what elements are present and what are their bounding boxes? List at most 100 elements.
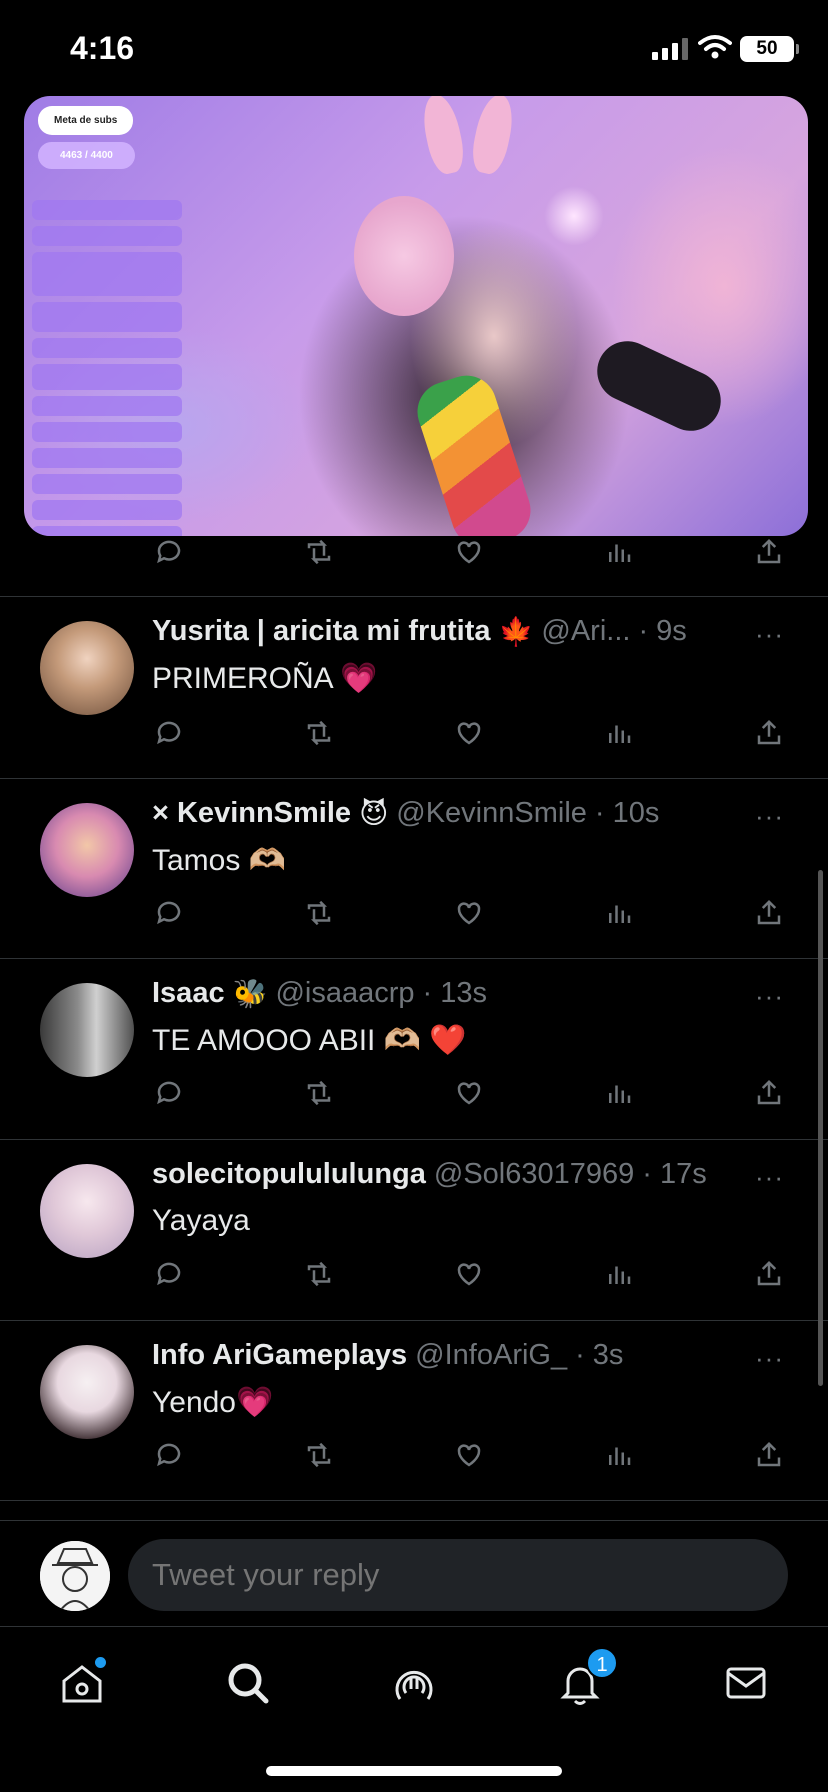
status-time: 4:16 — [70, 30, 135, 66]
spaces-icon[interactable] — [384, 1653, 444, 1713]
tweet-time: 9s — [656, 615, 687, 647]
tweet-text: TE AMOOO ABII 🫶🏼 ❤️ — [152, 1024, 467, 1057]
tweet-header: solecitopulululunga @Sol63017969 · 17s — [152, 1158, 707, 1191]
tweet-author-name[interactable]: Info AriGameplays — [152, 1339, 407, 1372]
messages-icon[interactable] — [716, 1653, 776, 1713]
tweet-author-handle[interactable]: @Ari... — [541, 615, 630, 648]
avatar[interactable] — [40, 803, 134, 897]
reply-icon[interactable] — [152, 1257, 186, 1291]
retweet-icon[interactable] — [302, 1076, 336, 1110]
reply-icon[interactable] — [152, 1076, 186, 1110]
separator-dot: · — [638, 615, 649, 647]
light-glow — [544, 186, 604, 246]
reply-input[interactable] — [128, 1539, 788, 1611]
views-icon[interactable] — [602, 1257, 636, 1291]
retweet-icon[interactable] — [302, 1438, 336, 1472]
tweet-header: × KevinnSmile 😈 @KevinnSmile · 10s — [152, 797, 659, 830]
share-icon[interactable] — [752, 1438, 786, 1472]
retweet-icon[interactable] — [302, 535, 336, 569]
bunny-ear-left — [418, 96, 468, 177]
views-icon[interactable] — [602, 716, 636, 750]
headset — [354, 196, 454, 316]
tweet-author-name[interactable]: Isaac — [152, 977, 225, 1010]
like-icon[interactable] — [452, 1257, 486, 1291]
tweet[interactable]: × KevinnSmile 😈 @KevinnSmile · 10s ··· T… — [0, 779, 828, 959]
more-options-icon[interactable]: ··· — [755, 619, 784, 650]
avatar[interactable] — [40, 1164, 134, 1258]
retweet-icon[interactable] — [302, 1257, 336, 1291]
separator-dot: · — [594, 797, 605, 829]
share-icon[interactable] — [752, 1257, 786, 1291]
avatar[interactable] — [40, 1345, 134, 1439]
more-options-icon[interactable]: ··· — [755, 981, 784, 1012]
tweet-text: PRIMEROÑA 💗 — [152, 662, 378, 695]
new-content-dot — [95, 1657, 106, 1668]
tweet-time: 10s — [612, 797, 660, 829]
retweet-icon[interactable] — [302, 716, 336, 750]
sub-goal-count: 4463 / 4400 — [38, 142, 135, 169]
share-icon[interactable] — [752, 535, 786, 569]
like-icon[interactable] — [452, 1076, 486, 1110]
like-icon[interactable] — [452, 535, 486, 569]
bee-icon: 🐝 — [232, 978, 268, 1009]
tweet[interactable]: Info AriGameplays @InfoAriG_ · 3s ··· Ye… — [0, 1321, 828, 1501]
like-icon[interactable] — [452, 1438, 486, 1472]
avatar[interactable] — [40, 983, 134, 1077]
separator-dot: · — [575, 1339, 585, 1371]
tweet-actions — [152, 532, 786, 572]
tweet[interactable]: solecitopulululunga @Sol63017969 · 17s ·… — [0, 1140, 828, 1320]
cellular-signal-icon — [652, 38, 688, 60]
reply-icon[interactable] — [152, 896, 186, 930]
tweet-author-name[interactable]: Yusrita | aricita mi frutita — [152, 615, 491, 648]
views-icon[interactable] — [602, 535, 636, 569]
more-options-icon[interactable]: ··· — [755, 1162, 784, 1193]
search-icon[interactable] — [218, 1653, 278, 1713]
more-options-icon[interactable]: ··· — [755, 801, 784, 832]
reply-bar — [0, 1520, 828, 1626]
share-icon[interactable] — [752, 896, 786, 930]
share-icon[interactable] — [752, 716, 786, 750]
views-icon[interactable] — [602, 1076, 636, 1110]
tweet-author-name[interactable]: × KevinnSmile — [152, 797, 351, 830]
notifications-badge: 1 — [586, 1647, 618, 1679]
separator-dot: · — [422, 977, 433, 1009]
avatar[interactable] — [40, 621, 134, 715]
separator-dot: · — [642, 1158, 652, 1190]
stream-video[interactable]: Meta de subs 4463 / 4400 — [24, 96, 808, 536]
tweet-author-handle[interactable]: @InfoAriG_ — [415, 1339, 567, 1372]
views-icon[interactable] — [602, 896, 636, 930]
tweet-author-handle[interactable]: @KevinnSmile — [396, 797, 587, 830]
more-options-icon[interactable]: ··· — [755, 1343, 784, 1374]
reply-icon[interactable] — [152, 535, 186, 569]
retweet-icon[interactable] — [302, 896, 336, 930]
tweet[interactable]: Yusrita | aricita mi frutita 🍁 @Ari... ·… — [0, 597, 828, 777]
tweet-author-handle[interactable]: @Sol63017969 — [434, 1158, 634, 1191]
user-avatar[interactable] — [40, 1541, 110, 1611]
divider — [0, 1500, 828, 1501]
notifications-icon[interactable]: 1 — [550, 1647, 618, 1713]
stream-chat-overlay — [32, 200, 182, 536]
like-icon[interactable] — [452, 896, 486, 930]
reply-icon[interactable] — [152, 716, 186, 750]
maple-leaf-icon: 🍁 — [498, 616, 534, 647]
tweet-time: 3s — [592, 1339, 624, 1371]
tweet[interactable]: Isaac 🐝 @isaaacrp · 13s ··· TE AMOOO ABI… — [0, 959, 828, 1139]
tweet-author-name[interactable]: solecitopulululunga — [152, 1158, 426, 1191]
views-icon[interactable] — [602, 1438, 636, 1472]
scrollbar[interactable] — [818, 870, 823, 1386]
share-icon[interactable] — [752, 1076, 786, 1110]
home-icon[interactable] — [52, 1653, 112, 1713]
tweet-header: Yusrita | aricita mi frutita 🍁 @Ari... ·… — [152, 615, 687, 648]
microphone — [587, 331, 731, 441]
like-icon[interactable] — [452, 716, 486, 750]
tweet-actions — [152, 1254, 786, 1294]
tweet-text: Yayaya — [152, 1204, 250, 1237]
smiling-devil-icon: 😈 — [359, 798, 389, 829]
tweet-actions — [152, 1435, 786, 1475]
tweet-actions — [152, 1073, 786, 1113]
bunny-ear-right — [468, 96, 518, 177]
tweet-author-handle[interactable]: @isaaacrp — [275, 977, 414, 1010]
reply-icon[interactable] — [152, 1438, 186, 1472]
tweet-time: 13s — [440, 977, 487, 1009]
status-bar: 4:16 50 — [0, 0, 828, 96]
